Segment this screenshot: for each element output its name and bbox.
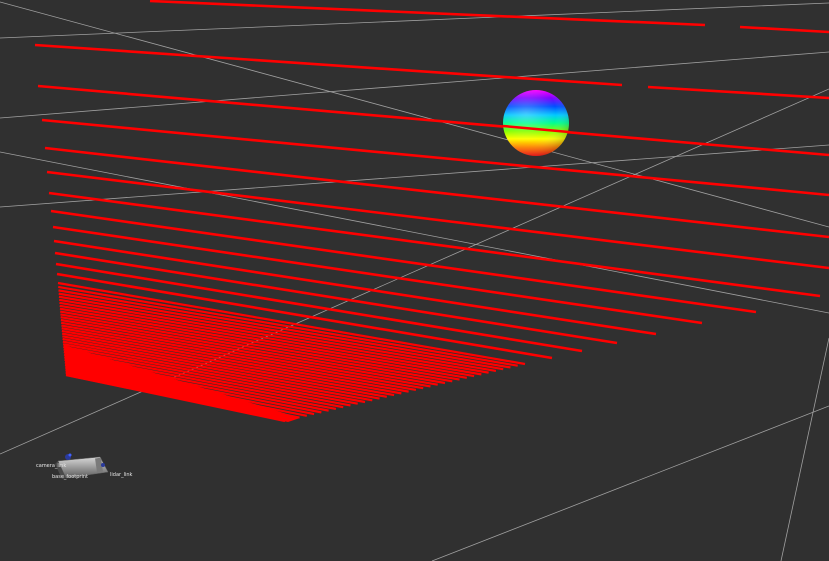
marker-sphere [502, 90, 570, 156]
scan-line [149, 0, 706, 27]
scan-line [647, 85, 829, 100]
robot-model[interactable]: camera_link base_footprint lidar_link [36, 453, 133, 481]
grid-line [780, 337, 829, 561]
scan-line [34, 43, 623, 87]
grid-line [0, 51, 829, 119]
grid-line [431, 405, 829, 561]
robot-label-base: base_footprint [52, 474, 88, 480]
robot-label-lidar: lidar_link [110, 472, 133, 478]
grid-line [0, 1, 829, 228]
grid-line [0, 2, 829, 39]
scene-render[interactable]: camera_link base_footprint lidar_link [0, 0, 829, 561]
laser-scan [34, 0, 829, 423]
scan-line [739, 25, 829, 34]
3d-viewport[interactable]: camera_link base_footprint lidar_link [0, 0, 829, 561]
scan-line [37, 84, 829, 157]
robot-label-camera: camera_link [36, 463, 66, 469]
scan-line [44, 146, 829, 239]
scan-line [41, 118, 829, 197]
scan-line [46, 170, 829, 270]
scan-line [50, 209, 757, 314]
